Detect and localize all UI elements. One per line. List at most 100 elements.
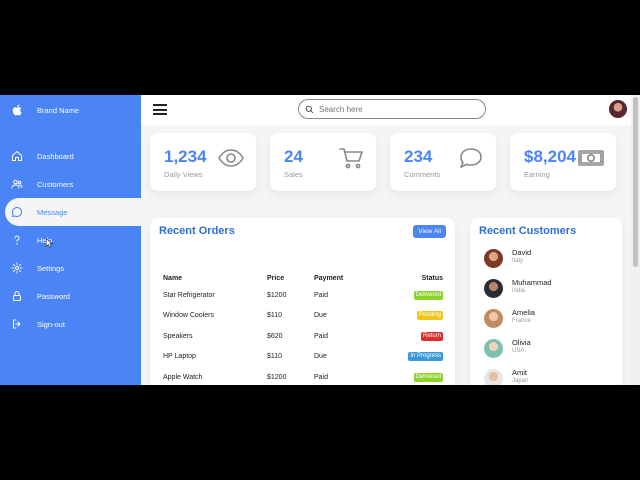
- gear-icon: [11, 262, 37, 274]
- list-item[interactable]: Amelia France: [484, 308, 614, 330]
- stat-card-sales[interactable]: 24 Sales: [270, 133, 376, 191]
- sidebar-item-label: Customers: [37, 179, 74, 189]
- brand[interactable]: Brand Name: [12, 102, 79, 118]
- list-item[interactable]: Amit Japan: [484, 368, 614, 385]
- lock-icon: [11, 290, 37, 302]
- sidebar-item-label: Message: [37, 207, 68, 217]
- order-name: HP Laptop: [163, 353, 196, 361]
- table-header-row: Name Price Payment Status: [163, 271, 443, 285]
- sidebar-item-settings[interactable]: Settings: [0, 254, 141, 282]
- table-row[interactable]: Speakers $620 Paid Return: [163, 326, 443, 347]
- stat-value: $8,204: [524, 147, 576, 166]
- stat-card-comments[interactable]: 234 Comments: [390, 133, 496, 191]
- stat-label: Comments: [404, 170, 441, 179]
- customer-country: Japan: [512, 378, 529, 384]
- menu-toggle-icon[interactable]: [153, 104, 167, 115]
- stat-value: 234: [404, 147, 433, 166]
- sidebar-item-signout[interactable]: Sign-out: [0, 310, 141, 338]
- recent-customers-panel: Recent Customers David Italy Muhammad In…: [470, 218, 622, 385]
- order-price: $1200: [267, 291, 287, 299]
- view-all-button[interactable]: View All: [413, 225, 446, 238]
- avatar: [484, 369, 503, 385]
- stat-value: 1,234: [164, 147, 207, 166]
- table-row[interactable]: Star Refrigerator $1200 Paid Delivered: [163, 285, 443, 306]
- app-window: Brand Name Dashboard Customers Message H…: [0, 95, 640, 385]
- status-badge: In Progress: [408, 352, 443, 362]
- cash-icon: [578, 147, 604, 169]
- stat-label: Sales: [284, 170, 303, 179]
- eye-icon: [218, 147, 244, 169]
- list-item[interactable]: Muhammad India: [484, 278, 614, 300]
- order-payment: Paid: [314, 291, 329, 299]
- recent-orders-panel: Recent Orders View All Name Price Paymen…: [150, 218, 455, 385]
- customer-name: Amelia: [512, 308, 535, 317]
- sidebar-item-customers[interactable]: Customers: [0, 170, 141, 198]
- sidebar: Brand Name Dashboard Customers Message H…: [0, 95, 141, 385]
- sidebar-item-message[interactable]: Message: [5, 198, 141, 226]
- order-price: $1200: [267, 373, 287, 381]
- order-name: Speakers: [163, 332, 193, 340]
- stat-label: Daily Views: [164, 170, 203, 179]
- stat-value: 24: [284, 147, 303, 166]
- stat-card-daily-views[interactable]: 1,234 Daily Views: [150, 133, 256, 191]
- column-header-price: Price: [267, 274, 285, 282]
- order-price: $110: [267, 353, 283, 361]
- table-row[interactable]: Apple Watch $1200 Paid Delivered: [163, 367, 443, 385]
- recent-orders-title: Recent Orders: [159, 225, 235, 237]
- order-name: Window Coolers: [163, 312, 214, 320]
- column-header-payment: Payment: [314, 274, 344, 282]
- order-payment: Due: [314, 312, 327, 320]
- customer-name: Muhammad: [512, 278, 552, 287]
- table-row[interactable]: HP Laptop $110 Due In Progress: [163, 347, 443, 368]
- chat-icon: [11, 206, 37, 218]
- avatar: [484, 279, 503, 298]
- order-payment: Due: [314, 353, 327, 361]
- cart-icon: [338, 147, 364, 169]
- status-badge: Return: [420, 331, 443, 341]
- apple-icon: [12, 104, 22, 116]
- customer-name: David: [512, 248, 532, 257]
- sidebar-nav: Dashboard Customers Message Help Setting…: [0, 142, 141, 338]
- page-scrollbar[interactable]: [631, 95, 640, 385]
- scrollbar-thumb[interactable]: [633, 97, 638, 267]
- brand-name: Brand Name: [37, 105, 80, 115]
- sidebar-item-dashboard[interactable]: Dashboard: [0, 142, 141, 170]
- status-badge: Delivered: [413, 290, 443, 300]
- orders-table: Name Price Payment Status Star Refrigera…: [163, 271, 443, 385]
- sidebar-item-password[interactable]: Password: [0, 282, 141, 310]
- customer-country: Italy: [512, 258, 524, 264]
- avatar: [484, 309, 503, 328]
- help-icon: [11, 234, 37, 246]
- customer-country: India: [512, 288, 526, 294]
- customer-name: Olivia: [512, 338, 531, 347]
- stat-card-earning[interactable]: $8,204 Earning: [510, 133, 616, 191]
- search-icon: [305, 105, 314, 113]
- user-avatar[interactable]: [609, 100, 627, 118]
- search-input[interactable]: [319, 104, 469, 114]
- users-icon: [11, 178, 37, 190]
- stat-label: Earning: [524, 170, 550, 179]
- status-badge: Delivered: [413, 372, 443, 382]
- mouse-cursor-icon: [45, 238, 53, 248]
- sidebar-item-label: Dashboard: [37, 151, 74, 161]
- order-name: Apple Watch: [163, 373, 203, 381]
- order-payment: Paid: [314, 373, 329, 381]
- order-price: $620: [267, 332, 283, 340]
- recent-customers-title: Recent Customers: [479, 225, 577, 237]
- avatar: [484, 249, 503, 268]
- table-row[interactable]: Window Coolers $110 Due Pending: [163, 306, 443, 327]
- sidebar-item-label: Sign-out: [37, 319, 65, 329]
- status-badge: Pending: [416, 311, 443, 321]
- sidebar-item-label: Password: [37, 291, 70, 301]
- sidebar-item-help[interactable]: Help: [0, 226, 141, 254]
- order-price: $110: [267, 312, 283, 320]
- logout-icon: [11, 318, 37, 330]
- customer-name: Amit: [512, 368, 527, 377]
- customer-country: USA: [512, 348, 525, 354]
- order-payment: Paid: [314, 332, 329, 340]
- search-box[interactable]: [298, 99, 486, 119]
- list-item[interactable]: David Italy: [484, 248, 614, 270]
- comments-icon: [458, 147, 484, 169]
- list-item[interactable]: Olivia USA: [484, 338, 614, 360]
- home-icon: [11, 150, 37, 162]
